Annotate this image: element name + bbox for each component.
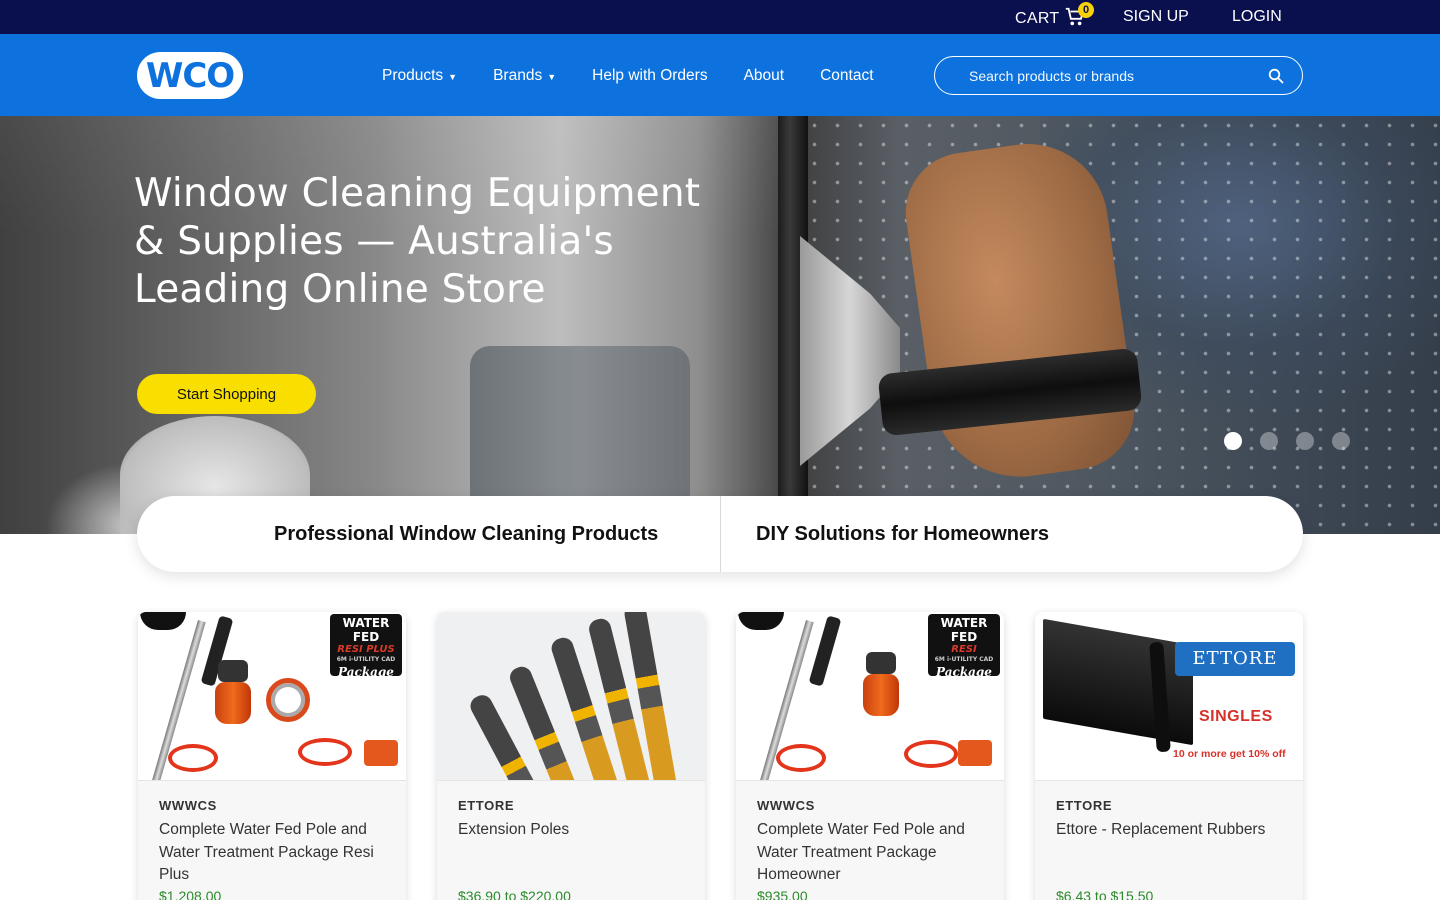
diy-homeowners-tab[interactable]: DIY Solutions for Homeowners xyxy=(756,496,1049,572)
product-price: $1,208.00 xyxy=(159,888,222,900)
main-header: WCO Products ▼ Brands ▼ Help with Orders… xyxy=(0,34,1440,116)
professional-products-tab[interactable]: Professional Window Cleaning Products xyxy=(274,496,658,572)
product-card[interactable]: ETTORE SINGLES 10 or more get 10% off ET… xyxy=(1035,612,1303,900)
badge-line: Package xyxy=(936,665,992,679)
product-brand: WWWCS xyxy=(757,798,815,813)
pole-grip-shape xyxy=(808,615,842,687)
product-name[interactable]: Ettore - Replacement Rubbers xyxy=(1056,819,1291,842)
product-brand: WWWCS xyxy=(159,798,217,813)
nav-item-label: About xyxy=(743,67,785,84)
switch-divider xyxy=(720,496,721,572)
hose-shape xyxy=(298,738,352,766)
product-brand: ETTORE xyxy=(458,798,515,813)
product-image[interactable]: WATER FED RESI 6M i-UTILITY CAD Package xyxy=(736,612,1004,781)
product-card[interactable]: WATER FED RESI PLUS 6M i-UTILITY CAD Pac… xyxy=(138,612,406,900)
hero-title: Window Cleaning Equipment & Supplies — A… xyxy=(134,171,701,312)
product-image[interactable]: WATER FED RESI PLUS 6M i-UTILITY CAD Pac… xyxy=(138,612,406,781)
category-switch: Professional Window Cleaning Products DI… xyxy=(137,496,1303,572)
search-box xyxy=(934,56,1303,95)
hero-banner: Window Cleaning Equipment & Supplies — A… xyxy=(0,116,1440,534)
product-name[interactable]: Complete Water Fed Pole and Water Treatm… xyxy=(757,819,992,887)
nav-item-label: Help with Orders xyxy=(592,67,708,84)
top-utility-bar: CART 0 SIGN UP LOGIN xyxy=(0,0,1440,34)
nav-item-label: Contact xyxy=(820,67,874,84)
search-icon[interactable] xyxy=(1268,68,1284,84)
product-image[interactable]: ETTORE SINGLES 10 or more get 10% off xyxy=(1035,612,1303,781)
nav-item-about[interactable]: About xyxy=(744,67,785,85)
product-price: $935.00 xyxy=(757,888,808,900)
carousel-dot-3[interactable] xyxy=(1296,432,1314,450)
signup-link[interactable]: SIGN UP xyxy=(1123,8,1189,26)
start-shopping-button[interactable]: Start Shopping xyxy=(137,374,316,414)
product-brand: ETTORE xyxy=(1056,798,1113,813)
badge-line: WATER FED xyxy=(342,616,390,644)
pad-shape xyxy=(364,740,398,766)
product-name[interactable]: Complete Water Fed Pole and Water Treatm… xyxy=(159,819,394,887)
package-badge: WATER FED RESI PLUS 6M i-UTILITY CAD Pac… xyxy=(330,614,402,679)
deal-label: 10 or more get 10% off xyxy=(1173,748,1286,760)
search-input[interactable] xyxy=(969,66,1249,86)
water-tank-shape xyxy=(863,674,899,716)
nav-item-label: Brands xyxy=(493,67,543,84)
ettore-logo: ETTORE xyxy=(1175,642,1295,676)
badge-line: Package xyxy=(338,665,394,679)
hose-reel-shape xyxy=(266,678,310,722)
product-name[interactable]: Extension Poles xyxy=(458,819,693,842)
carousel-dot-2[interactable] xyxy=(1260,432,1278,450)
hose-shape xyxy=(776,744,826,772)
chevron-down-icon: ▼ xyxy=(448,72,458,82)
water-tank-shape xyxy=(215,682,251,724)
badge-line: 6M i-UTILITY CAD xyxy=(336,656,396,663)
product-price: $6.43 to $15.50 xyxy=(1056,888,1154,900)
product-card[interactable]: ETTORE Extension Poles $36.90 to $220.00 xyxy=(437,612,705,900)
product-image[interactable] xyxy=(437,612,705,781)
nav-item-products[interactable]: Products ▼ xyxy=(382,67,457,85)
hose-shape xyxy=(168,744,218,772)
product-price: $36.90 to $220.00 xyxy=(458,888,571,900)
cart-count-badge: 0 xyxy=(1078,2,1094,18)
nav-item-brands[interactable]: Brands ▼ xyxy=(493,67,556,85)
badge-line: 6M i-UTILITY CAD xyxy=(934,656,994,663)
tank-head-shape xyxy=(218,660,248,682)
nav-item-contact[interactable]: Contact xyxy=(820,67,873,85)
nav-item-label: Products xyxy=(382,67,444,84)
logo-text: WCO xyxy=(145,55,235,96)
carousel-dot-4[interactable] xyxy=(1332,432,1350,450)
nav-item-help-with-orders[interactable]: Help with Orders xyxy=(592,67,707,85)
hose-shape xyxy=(904,740,958,768)
product-card[interactable]: WATER FED RESI 6M i-UTILITY CAD Package … xyxy=(736,612,1004,900)
login-link[interactable]: LOGIN xyxy=(1232,8,1282,26)
package-badge: WATER FED RESI 6M i-UTILITY CAD Package xyxy=(928,614,1000,679)
brand-logo-icon xyxy=(738,612,784,630)
product-grid: WATER FED RESI PLUS 6M i-UTILITY CAD Pac… xyxy=(137,612,1303,900)
rubber-blade-shape xyxy=(1043,618,1193,746)
cart-link[interactable]: CART xyxy=(1015,10,1059,28)
site-logo[interactable]: WCO xyxy=(137,52,243,99)
carousel-dot-1[interactable] xyxy=(1224,432,1242,450)
badge-line: RESI xyxy=(951,644,977,655)
pad-shape xyxy=(958,740,992,766)
chevron-down-icon: ▼ xyxy=(547,72,557,82)
tank-head-shape xyxy=(866,652,896,674)
brand-logo-icon xyxy=(140,612,186,630)
badge-line: WATER FED xyxy=(940,616,988,644)
singles-label: SINGLES xyxy=(1199,708,1273,725)
badge-line: RESI PLUS xyxy=(337,644,395,655)
carousel-dots xyxy=(1224,432,1368,450)
main-nav: Products ▼ Brands ▼ Help with Orders Abo… xyxy=(382,67,910,85)
